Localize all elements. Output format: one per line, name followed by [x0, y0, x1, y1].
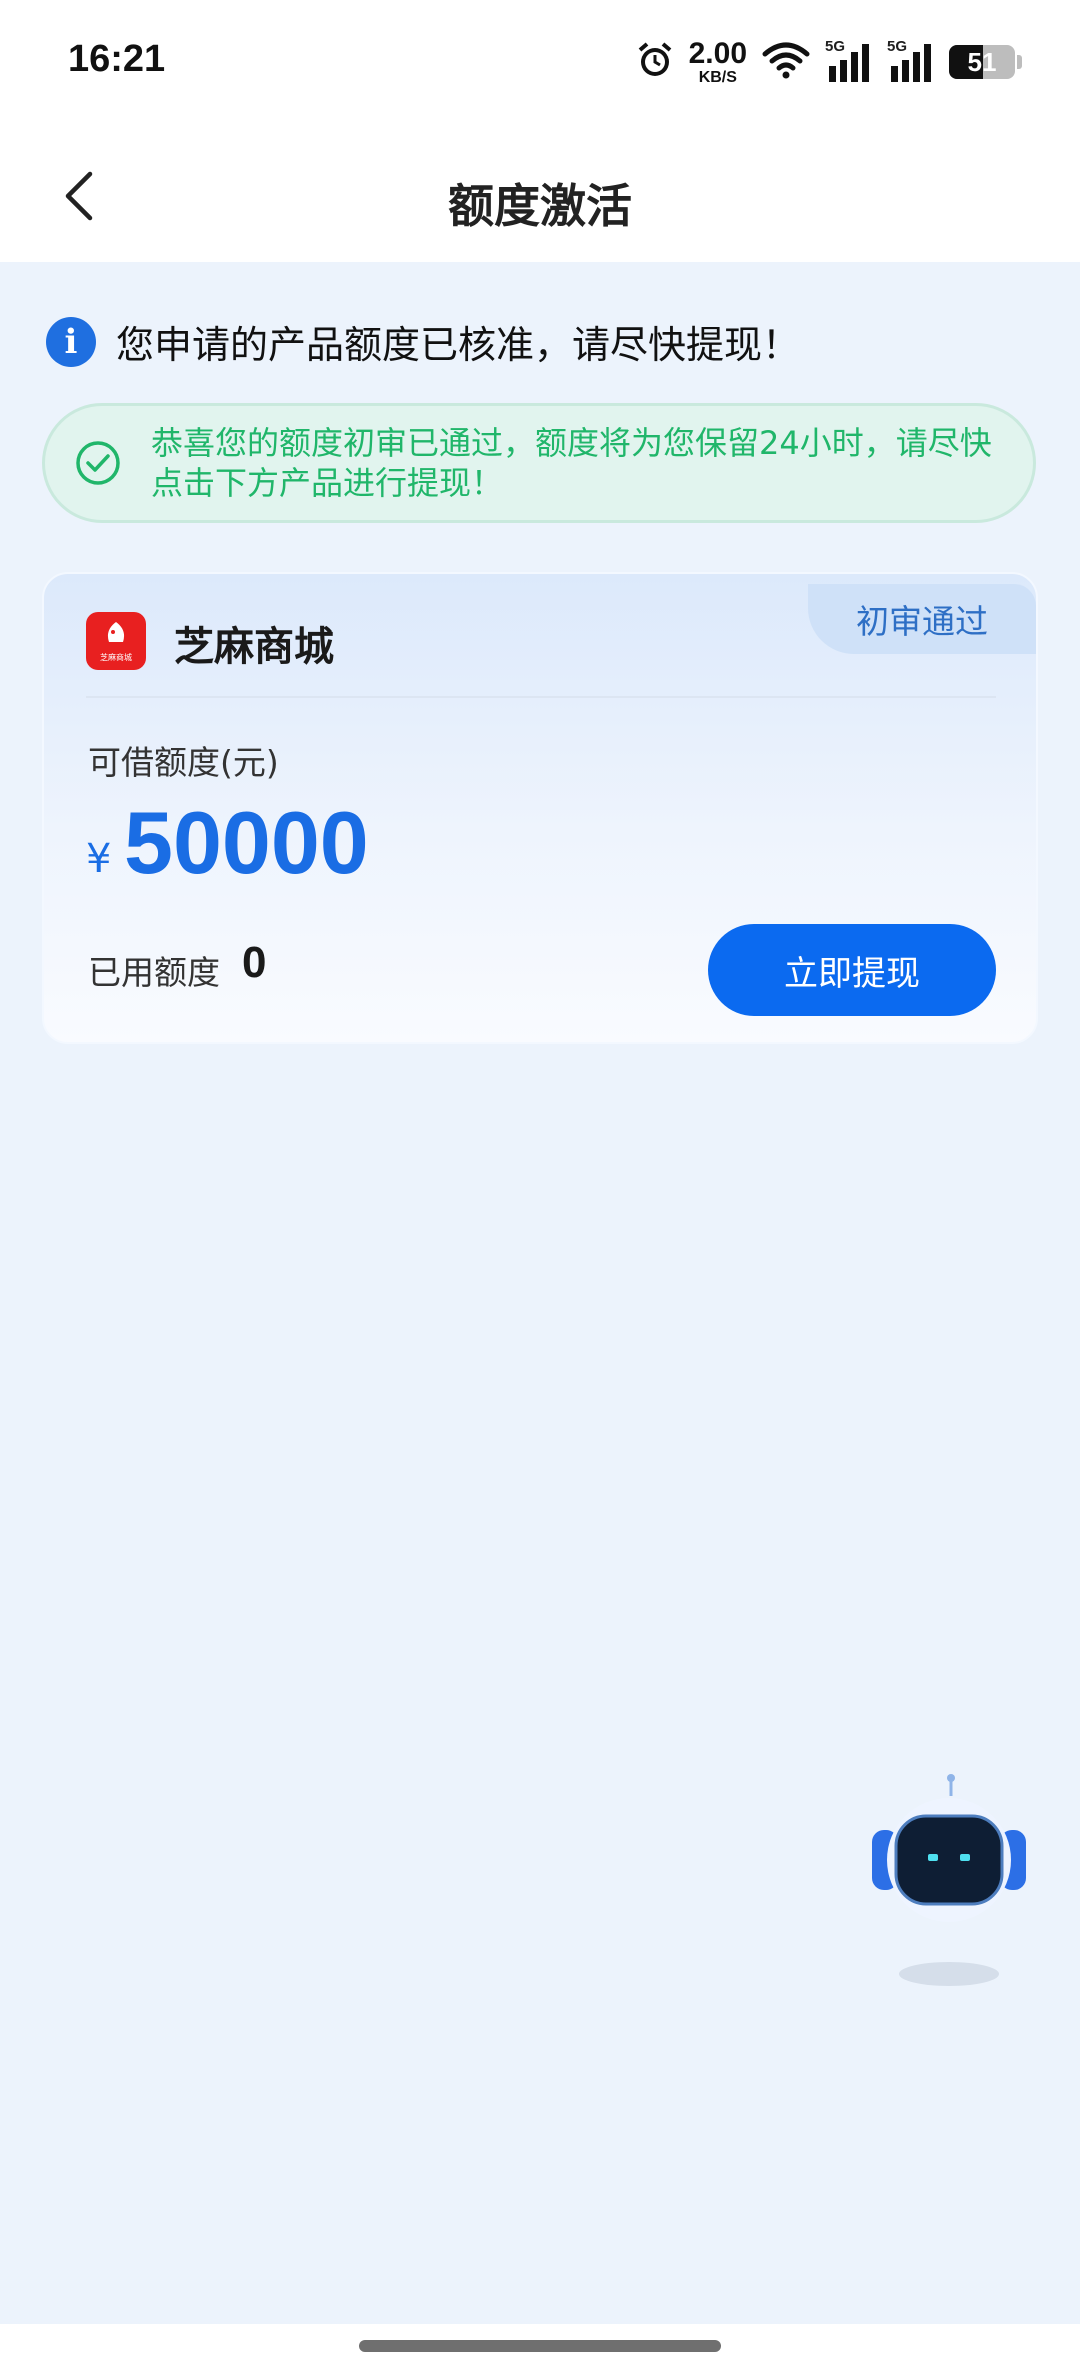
status-icons: 2.00 KB/S 5G 5G 51 — [635, 36, 1022, 88]
info-icon: i — [46, 316, 96, 367]
page-title: 额度激活 — [448, 179, 632, 233]
credit-amount: 50000 — [124, 793, 369, 892]
product-name: 芝麻商城 — [174, 624, 334, 670]
alarm-icon — [635, 40, 675, 84]
approval-notice: i 您申请的产品额度已核准，请尽快提现！ — [46, 314, 800, 369]
notice-text: 您申请的产品额度已核准，请尽快提现！ — [116, 323, 801, 367]
currency-symbol: ¥ — [86, 836, 112, 882]
battery-cap — [1017, 55, 1022, 69]
withdraw-button[interactable]: 立即提现 — [708, 924, 996, 1016]
check-circle-icon — [76, 441, 120, 485]
status-time: 16:21 — [68, 38, 166, 80]
battery-icon: 51 — [949, 45, 1015, 79]
product-card[interactable]: 初审通过 芝麻商城 芝麻商城 可借额度(元) ¥ 50000 已用额度 0 立即… — [42, 572, 1038, 1044]
brand-mascot-icon — [107, 621, 125, 642]
net-speed: 2.00 KB/S — [688, 36, 747, 86]
success-text: 恭喜您的额度初审已通过，额度将为您保留24小时，请尽快点击下方产品进行提现！ — [151, 424, 992, 502]
robot-assistant-icon[interactable] — [866, 1772, 1032, 1992]
success-banner: 恭喜您的额度初审已通过，额度将为您保留24小时，请尽快点击下方产品进行提现！ — [42, 403, 1036, 523]
status-badge: 初审通过 — [808, 584, 1036, 654]
signal-icon-2: 5G — [887, 38, 935, 84]
signal-icon: 5G — [825, 38, 873, 84]
status-bar: 16:21 2.00 KB/S 5G 5G 51 — [0, 0, 1080, 130]
limit-label: 可借额度(元) — [88, 743, 279, 782]
product-logo: 芝麻商城 — [86, 612, 146, 670]
card-divider — [86, 696, 996, 698]
used-limit-label: 已用额度 — [88, 953, 220, 992]
wifi-icon — [761, 40, 811, 84]
nav-bar: 额度激活 — [0, 130, 1080, 262]
home-indicator[interactable] — [359, 2340, 721, 2352]
used-limit-value: 0 — [242, 938, 267, 987]
